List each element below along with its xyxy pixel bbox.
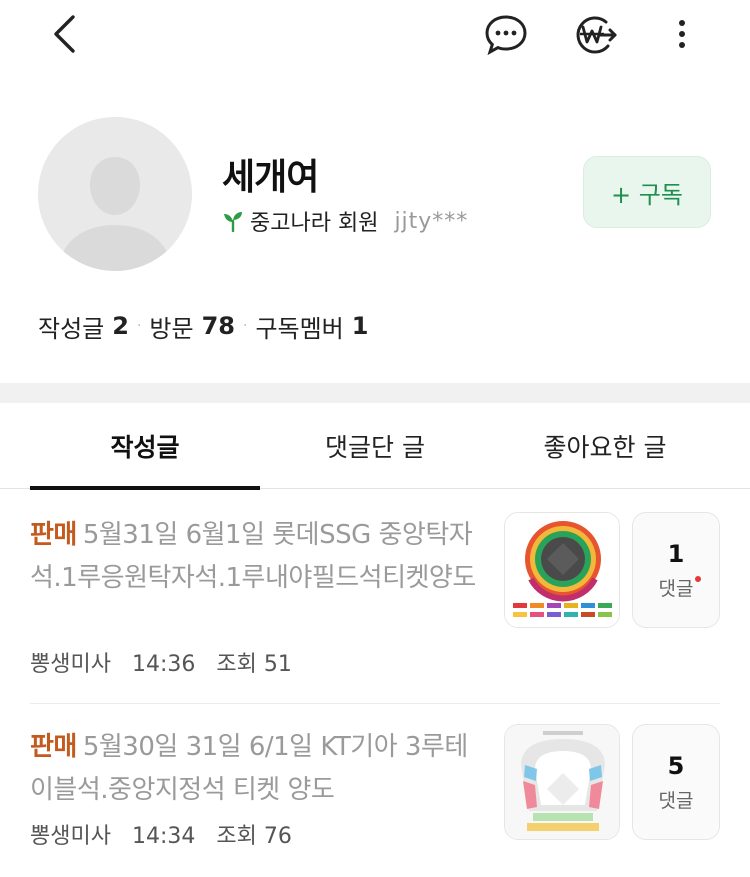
comment-count: 5 — [667, 751, 685, 780]
sprout-icon — [224, 212, 242, 232]
post-thumbnail[interactable] — [504, 512, 620, 628]
sale-tag: 판매 — [30, 520, 77, 550]
won-transfer-button[interactable] — [570, 13, 618, 57]
post-list-item[interactable]: 판매 5월31일 6월1일 롯데SSG 중앙탁자석.1루응원탁자석.1루내야필드석… — [30, 508, 720, 704]
stat-posts-value: 2 — [112, 312, 129, 340]
stadium-seatmap-image — [505, 725, 619, 839]
comment-count-box[interactable]: 5 댓글 — [632, 724, 720, 840]
chat-bubble-icon — [485, 15, 527, 56]
subscribe-button[interactable]: + 구독 — [583, 156, 711, 228]
stadium-seatmap-image — [505, 513, 619, 627]
stat-visits-label: 방문 — [149, 314, 194, 343]
more-options-button[interactable] — [668, 13, 696, 57]
tab-written-posts[interactable]: 작성글 — [30, 403, 260, 490]
post-views-label: 조회 — [216, 824, 257, 849]
vertical-dots-icon — [679, 20, 685, 48]
post-views-label: 조회 — [216, 652, 257, 677]
profile-tabs: 작성글 댓글단 글 좋아요한 글 — [0, 403, 750, 490]
post-author: 뽕생미사 — [30, 824, 111, 849]
member-info: 중고나라 회원 jjty*** — [222, 205, 468, 237]
post-title: 5월31일 6월1일 롯데SSG 중앙탁자석.1루응원탁자석.1루내야필드석티켓… — [30, 520, 476, 593]
post-meta: 뽕생미사 14:34 조회 76 — [30, 818, 292, 850]
member-grade-label: 중고나라 회원 — [250, 211, 379, 236]
post-author: 뽕생미사 — [30, 652, 111, 677]
stat-subscribers-label: 구독멤버 — [255, 314, 344, 343]
post-views: 76 — [263, 824, 292, 849]
comment-label-wrap: 댓글 — [659, 786, 694, 813]
comment-label: 댓글 — [658, 789, 694, 812]
post-time: 14:36 — [131, 652, 196, 677]
comment-label: 댓글 — [658, 577, 694, 600]
profile-nickname: 세개여 — [222, 157, 319, 198]
comment-label-wrap: 댓글 — [658, 574, 702, 601]
post-title-block[interactable]: 판매 5월30일 31일 6/1일 KT기아 3루테이블석.중앙지정석 티켓 양도 — [30, 726, 490, 812]
user-id: jjty*** — [394, 208, 469, 234]
new-comment-dot — [695, 575, 702, 582]
comment-count: 1 — [667, 539, 685, 568]
section-divider — [0, 383, 750, 403]
won-transfer-icon — [576, 16, 617, 54]
top-bar — [0, 0, 750, 72]
avatar[interactable] — [38, 117, 192, 271]
post-title: 5월30일 31일 6/1일 KT기아 3루테이블석.중앙지정석 티켓 양도 — [30, 732, 468, 805]
tab-liked-posts[interactable]: 좋아요한 글 — [490, 403, 720, 489]
profile-stats: 작성글 2 · 방문 78 · 구독멤버 1 — [38, 306, 368, 346]
post-list-item[interactable]: 판매 5월30일 31일 6/1일 KT기아 3루테이블석.중앙지정석 티켓 양도… — [30, 720, 720, 877]
back-button[interactable] — [44, 12, 84, 56]
post-views: 51 — [263, 652, 292, 677]
chat-button[interactable] — [484, 13, 528, 57]
stat-visits-value: 78 — [201, 312, 235, 340]
post-thumbnail[interactable] — [504, 724, 620, 840]
post-title-block[interactable]: 판매 5월31일 6월1일 롯데SSG 중앙탁자석.1루응원탁자석.1루내야필드석… — [30, 514, 490, 600]
post-time: 14:34 — [131, 824, 196, 849]
stat-posts-label: 작성글 — [38, 314, 105, 343]
default-person-icon — [38, 117, 192, 271]
post-meta: 뽕생미사 14:36 조회 51 — [30, 646, 292, 678]
tab-commented-posts[interactable]: 댓글단 글 — [260, 403, 490, 489]
stat-separator: · — [136, 318, 142, 334]
sale-tag: 판매 — [30, 732, 77, 762]
chevron-left-icon — [54, 15, 75, 53]
stat-subscribers-value: 1 — [351, 312, 369, 340]
comment-count-box[interactable]: 1 댓글 — [632, 512, 720, 628]
stat-separator: · — [242, 318, 248, 334]
